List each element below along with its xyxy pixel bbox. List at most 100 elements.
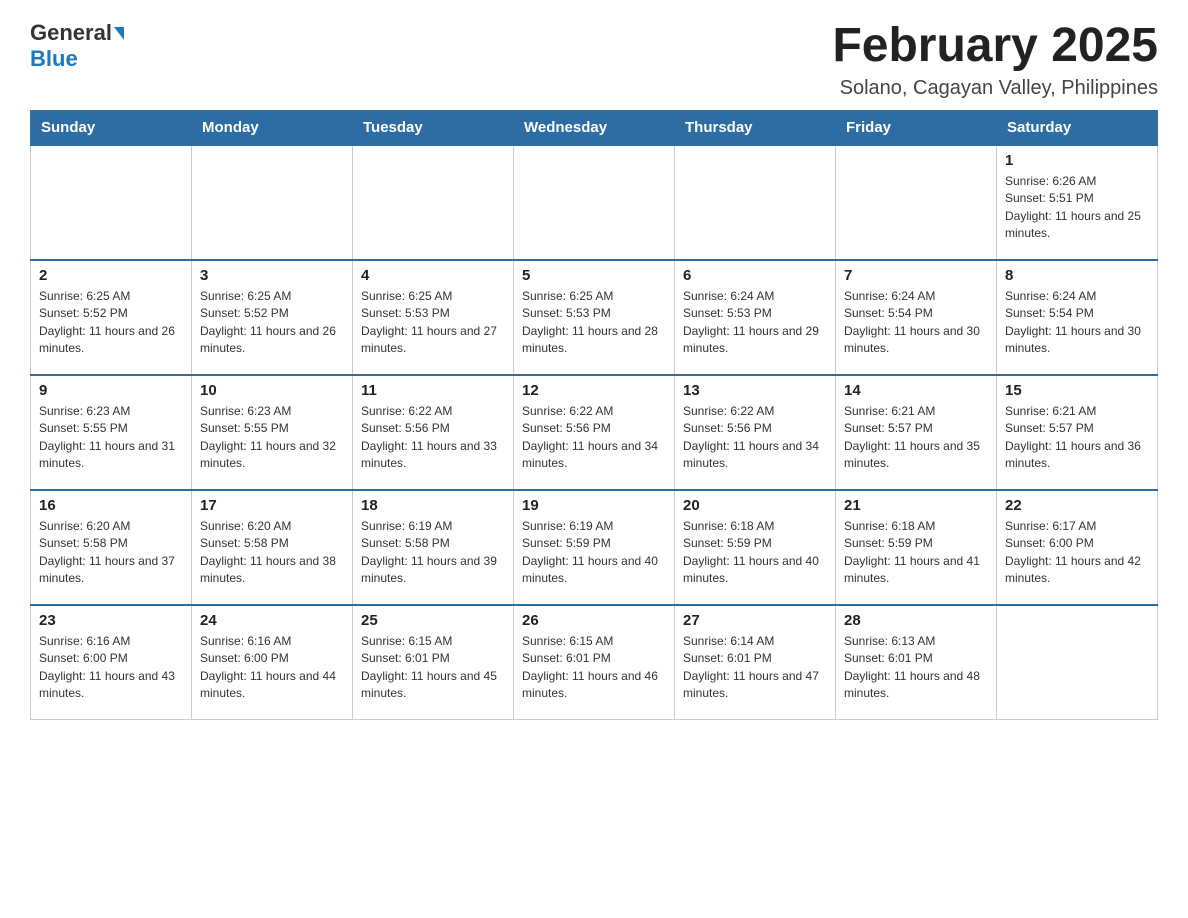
day-number: 21 [844,497,988,514]
day-info: Sunrise: 6:24 AMSunset: 5:54 PMDaylight:… [1005,288,1149,358]
day-number: 1 [1005,152,1149,169]
calendar-day-cell: 26 Sunrise: 6:15 AMSunset: 6:01 PMDayligh… [514,605,675,720]
day-info: Sunrise: 6:15 AMSunset: 6:01 PMDaylight:… [522,633,666,703]
day-number: 13 [683,382,827,399]
calendar-header-row: SundayMondayTuesdayWednesdayThursdayFrid… [31,110,1158,145]
day-number: 7 [844,267,988,284]
calendar-day-cell [836,145,997,260]
day-info: Sunrise: 6:19 AMSunset: 5:59 PMDaylight:… [522,518,666,588]
day-number: 14 [844,382,988,399]
calendar-day-cell: 6 Sunrise: 6:24 AMSunset: 5:53 PMDaylight… [675,260,836,375]
calendar-day-cell: 15Sunrise: 6:21 AMSunset: 5:57 PMDayligh… [997,375,1158,490]
day-info: Sunrise: 6:16 AMSunset: 6:00 PMDaylight:… [39,633,183,703]
calendar-day-header: Thursday [675,110,836,145]
calendar-day-cell [997,605,1158,720]
calendar-day-cell: 27 Sunrise: 6:14 AMSunset: 6:01 PMDayligh… [675,605,836,720]
day-number: 28 [844,612,988,629]
logo-blue-text: Blue [30,46,78,72]
day-number: 11 [361,382,505,399]
calendar-table: SundayMondayTuesdayWednesdayThursdayFrid… [30,110,1158,721]
logo-arrow-icon [114,27,124,40]
day-info: Sunrise: 6:20 AMSunset: 5:58 PMDaylight:… [200,518,344,588]
day-info: Sunrise: 6:22 AMSunset: 5:56 PMDaylight:… [683,403,827,473]
calendar-day-cell [353,145,514,260]
calendar-day-cell [675,145,836,260]
logo: General Blue [30,20,124,72]
day-number: 18 [361,497,505,514]
calendar-day-cell: 3Sunrise: 6:25 AMSunset: 5:52 PMDaylight… [192,260,353,375]
calendar-day-cell: 28 Sunrise: 6:13 AMSunset: 6:01 PMDayligh… [836,605,997,720]
calendar-day-header: Saturday [997,110,1158,145]
day-number: 16 [39,497,183,514]
day-info: Sunrise: 6:17 AMSunset: 6:00 PMDaylight:… [1005,518,1149,588]
day-number: 5 [522,267,666,284]
day-info: Sunrise: 6:26 AMSunset: 5:51 PMDaylight:… [1005,173,1149,243]
day-info: Sunrise: 6:21 AMSunset: 5:57 PMDaylight:… [844,403,988,473]
day-number: 20 [683,497,827,514]
day-number: 6 [683,267,827,284]
day-number: 23 [39,612,183,629]
calendar-day-cell: 11Sunrise: 6:22 AMSunset: 5:56 PMDayligh… [353,375,514,490]
calendar-day-cell: 18 Sunrise: 6:19 AMSunset: 5:58 PMDayligh… [353,490,514,605]
title-area: February 2025 Solano, Cagayan Valley, Ph… [832,20,1158,100]
day-number: 27 [683,612,827,629]
day-info: Sunrise: 6:19 AMSunset: 5:58 PMDaylight:… [361,518,505,588]
calendar-week-row: 9 Sunrise: 6:23 AMSunset: 5:55 PMDaylight… [31,375,1158,490]
day-number: 3 [200,267,344,284]
day-number: 10 [200,382,344,399]
calendar-day-cell: 10Sunrise: 6:23 AMSunset: 5:55 PMDayligh… [192,375,353,490]
calendar-day-cell: 5 Sunrise: 6:25 AMSunset: 5:53 PMDaylight… [514,260,675,375]
day-info: Sunrise: 6:25 AMSunset: 5:53 PMDaylight:… [361,288,505,358]
page-header: General Blue February 2025 Solano, Cagay… [30,20,1158,100]
month-title: February 2025 [832,20,1158,73]
calendar-day-cell: 2 Sunrise: 6:25 AMSunset: 5:52 PMDaylight… [31,260,192,375]
calendar-day-cell: 12 Sunrise: 6:22 AMSunset: 5:56 PMDayligh… [514,375,675,490]
calendar-day-header: Monday [192,110,353,145]
calendar-day-header: Sunday [31,110,192,145]
day-number: 24 [200,612,344,629]
calendar-day-cell: 24 Sunrise: 6:16 AMSunset: 6:00 PMDayligh… [192,605,353,720]
calendar-day-cell: 23 Sunrise: 6:16 AMSunset: 6:00 PMDayligh… [31,605,192,720]
calendar-day-header: Tuesday [353,110,514,145]
day-info: Sunrise: 6:14 AMSunset: 6:01 PMDaylight:… [683,633,827,703]
calendar-day-cell: 14 Sunrise: 6:21 AMSunset: 5:57 PMDayligh… [836,375,997,490]
day-number: 8 [1005,267,1149,284]
day-info: Sunrise: 6:24 AMSunset: 5:54 PMDaylight:… [844,288,988,358]
day-info: Sunrise: 6:25 AMSunset: 5:52 PMDaylight:… [39,288,183,358]
day-number: 2 [39,267,183,284]
day-number: 25 [361,612,505,629]
day-info: Sunrise: 6:25 AMSunset: 5:53 PMDaylight:… [522,288,666,358]
day-number: 17 [200,497,344,514]
day-info: Sunrise: 6:13 AMSunset: 6:01 PMDaylight:… [844,633,988,703]
day-info: Sunrise: 6:21 AMSunset: 5:57 PMDaylight:… [1005,403,1149,473]
calendar-day-cell: 7 Sunrise: 6:24 AMSunset: 5:54 PMDaylight… [836,260,997,375]
calendar-day-cell: 8 Sunrise: 6:24 AMSunset: 5:54 PMDaylight… [997,260,1158,375]
calendar-week-row: 16 Sunrise: 6:20 AMSunset: 5:58 PMDayligh… [31,490,1158,605]
calendar-day-cell: 17 Sunrise: 6:20 AMSunset: 5:58 PMDayligh… [192,490,353,605]
day-number: 26 [522,612,666,629]
day-info: Sunrise: 6:22 AMSunset: 5:56 PMDaylight:… [522,403,666,473]
day-info: Sunrise: 6:16 AMSunset: 6:00 PMDaylight:… [200,633,344,703]
day-number: 12 [522,382,666,399]
day-number: 4 [361,267,505,284]
calendar-day-cell [31,145,192,260]
day-info: Sunrise: 6:15 AMSunset: 6:01 PMDaylight:… [361,633,505,703]
calendar-week-row: 1 Sunrise: 6:26 AMSunset: 5:51 PMDaylight… [31,145,1158,260]
day-info: Sunrise: 6:18 AMSunset: 5:59 PMDaylight:… [683,518,827,588]
calendar-day-header: Friday [836,110,997,145]
calendar-day-cell: 4 Sunrise: 6:25 AMSunset: 5:53 PMDaylight… [353,260,514,375]
calendar-week-row: 2 Sunrise: 6:25 AMSunset: 5:52 PMDaylight… [31,260,1158,375]
calendar-day-cell: 19 Sunrise: 6:19 AMSunset: 5:59 PMDayligh… [514,490,675,605]
calendar-day-cell: 9 Sunrise: 6:23 AMSunset: 5:55 PMDaylight… [31,375,192,490]
calendar-day-cell: 20 Sunrise: 6:18 AMSunset: 5:59 PMDayligh… [675,490,836,605]
calendar-day-cell: 13 Sunrise: 6:22 AMSunset: 5:56 PMDayligh… [675,375,836,490]
calendar-day-cell [514,145,675,260]
day-info: Sunrise: 6:23 AMSunset: 5:55 PMDaylight:… [39,403,183,473]
calendar-day-cell: 1 Sunrise: 6:26 AMSunset: 5:51 PMDaylight… [997,145,1158,260]
day-info: Sunrise: 6:18 AMSunset: 5:59 PMDaylight:… [844,518,988,588]
day-info: Sunrise: 6:24 AMSunset: 5:53 PMDaylight:… [683,288,827,358]
location-title: Solano, Cagayan Valley, Philippines [832,77,1158,100]
day-number: 19 [522,497,666,514]
calendar-day-cell: 21 Sunrise: 6:18 AMSunset: 5:59 PMDayligh… [836,490,997,605]
day-number: 9 [39,382,183,399]
